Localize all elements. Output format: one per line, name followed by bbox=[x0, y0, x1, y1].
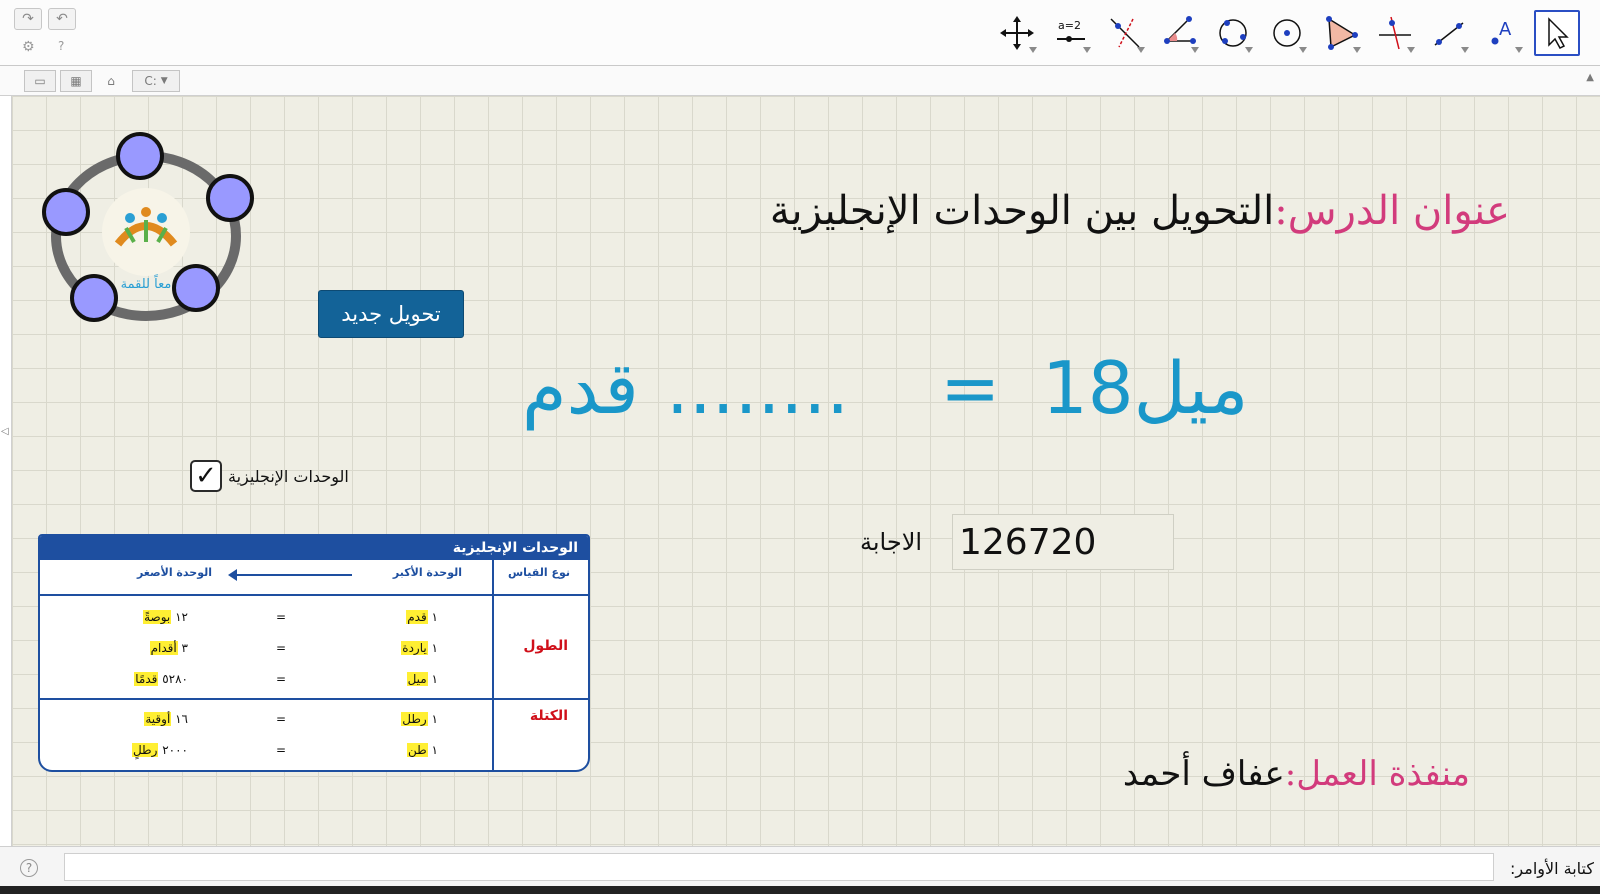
equation-to-unit: قدم bbox=[522, 346, 639, 430]
line-tool[interactable] bbox=[1102, 10, 1148, 56]
units-table: الوحدات الإنجليزية نوع القياس الوحدة الأ… bbox=[38, 534, 590, 772]
table-row: ٢٠٠٠ رطلٍ bbox=[131, 743, 188, 757]
circle-tool[interactable] bbox=[1264, 10, 1310, 56]
chevron-down-icon: ▼ bbox=[160, 76, 168, 86]
left-panel-strip: ◁ bbox=[0, 96, 12, 846]
svg-text:A: A bbox=[1499, 19, 1512, 40]
bottom-strip bbox=[0, 886, 1600, 894]
grid-icon: ▦ bbox=[70, 74, 82, 88]
help-icon[interactable]: ? bbox=[58, 39, 64, 53]
table-row: ١٢ بوصةً bbox=[143, 610, 188, 624]
segment-tool[interactable] bbox=[1426, 10, 1472, 56]
table-row: ٥٢٨٠ قدمًا bbox=[134, 672, 188, 686]
home-icon: ⌂ bbox=[107, 74, 115, 88]
logo[interactable]: معاً للقمة bbox=[40, 132, 260, 332]
redo-button[interactable]: ↷ bbox=[14, 8, 42, 30]
author-credit: منفذة العمل:عفاف أحمد bbox=[1123, 754, 1470, 794]
col-header-smaller: الوحدة الأصغر bbox=[136, 566, 212, 579]
point-handle[interactable] bbox=[172, 264, 220, 312]
grid-button[interactable]: ▦ bbox=[60, 70, 92, 92]
table-row: ١ ميل bbox=[406, 672, 438, 686]
undo-button[interactable]: ↶ bbox=[48, 8, 76, 30]
equation-equals: = bbox=[940, 346, 1001, 430]
answer-input[interactable]: 126720 bbox=[952, 514, 1174, 570]
graphics-canvas[interactable]: معاً للقمة عنوان الدرس:التحويل بين الوحد… bbox=[12, 96, 1600, 846]
perspective-button[interactable]: ▭ bbox=[24, 70, 56, 92]
author-name: عفاف أحمد bbox=[1122, 754, 1285, 794]
table-row: ١ قدم bbox=[406, 610, 438, 624]
collapse-toolbar-icon[interactable]: ▲ bbox=[1586, 72, 1594, 83]
point-handle[interactable] bbox=[206, 174, 254, 222]
move-graphics-tool[interactable] bbox=[994, 10, 1040, 56]
english-units-checkbox-row[interactable]: ✓ الوحدات الإنجليزية bbox=[190, 460, 349, 492]
table-row: ١ ياردة bbox=[401, 641, 438, 655]
lesson-title-label: عنوان الدرس: bbox=[1274, 188, 1510, 234]
text-tool[interactable]: A bbox=[1480, 10, 1526, 56]
english-units-checkbox[interactable]: ✓ bbox=[190, 460, 222, 492]
slider-tool[interactable]: a=2 bbox=[1048, 10, 1094, 56]
col-header-type: نوع القياس bbox=[508, 566, 570, 579]
undo-icon: ↶ bbox=[56, 11, 68, 27]
checkbox-label: الوحدات الإنجليزية bbox=[228, 466, 349, 486]
expand-panel-icon[interactable]: ◁ bbox=[1, 426, 9, 437]
equation-blank: ........ bbox=[666, 346, 850, 430]
lesson-title: عنوان الدرس:التحويل بين الوحدات الإنجليز… bbox=[770, 188, 1510, 234]
polygon-tool[interactable] bbox=[1318, 10, 1364, 56]
cursor-arrow-icon bbox=[1548, 17, 1569, 49]
redo-icon: ↷ bbox=[22, 11, 34, 27]
help-icon[interactable]: ? bbox=[20, 859, 38, 877]
svg-text:a=2: a=2 bbox=[1058, 19, 1081, 32]
answer-label: الاجابة bbox=[860, 528, 923, 556]
conic-tool[interactable] bbox=[1210, 10, 1256, 56]
cas-selector[interactable]: C: ▼ bbox=[132, 70, 180, 92]
point-handle[interactable] bbox=[42, 188, 90, 236]
author-label: منفذة العمل: bbox=[1284, 754, 1470, 794]
lesson-title-value: التحويل بين الوحدات الإنجليزية bbox=[769, 188, 1275, 234]
gear-icon[interactable]: ⚙ bbox=[22, 39, 35, 55]
equation-from: 18ميل bbox=[1042, 346, 1248, 446]
arrow-left-icon bbox=[228, 569, 352, 581]
home-button[interactable]: ⌂ bbox=[98, 70, 124, 92]
select-tool[interactable] bbox=[1534, 10, 1580, 56]
graphics-view-header: ▭ ▦ ⌂ C: ▼ ▲ bbox=[0, 66, 1600, 96]
command-input-label: كتابة الأوامر: bbox=[1510, 859, 1594, 878]
command-input[interactable] bbox=[64, 853, 1494, 881]
point-handle[interactable] bbox=[116, 132, 164, 180]
col-header-larger: الوحدة الأكبر bbox=[392, 566, 462, 579]
category-length: الطول bbox=[523, 638, 568, 654]
checkmark-icon: ✓ bbox=[195, 461, 217, 491]
angle-tool[interactable] bbox=[1156, 10, 1202, 56]
new-conversion-button[interactable]: تحويل جديد bbox=[318, 290, 464, 338]
table-row: ١ رطل bbox=[401, 712, 438, 726]
input-bar: ? كتابة الأوامر: bbox=[0, 846, 1600, 886]
perspective-icon: ▭ bbox=[34, 74, 46, 88]
table-title: الوحدات الإنجليزية bbox=[40, 536, 588, 560]
table-divider bbox=[40, 698, 588, 700]
table-row: ٣ أقدام bbox=[149, 641, 188, 655]
main-toolbar: ↷ ↶ ⚙ ? a=2 A bbox=[0, 0, 1600, 66]
equation-from-unit: ميل bbox=[1133, 346, 1249, 430]
table-divider bbox=[492, 560, 494, 770]
table-row: ١ طن bbox=[407, 743, 438, 757]
table-row: ١٦ أوقية bbox=[144, 712, 188, 726]
equation-number: 18 bbox=[1042, 346, 1134, 430]
point-handle[interactable] bbox=[70, 274, 118, 322]
category-mass: الكتلة bbox=[529, 708, 568, 724]
logo-text: معاً للقمة bbox=[121, 274, 172, 292]
perpendicular-line-tool[interactable] bbox=[1372, 10, 1418, 56]
table-divider bbox=[40, 594, 588, 596]
